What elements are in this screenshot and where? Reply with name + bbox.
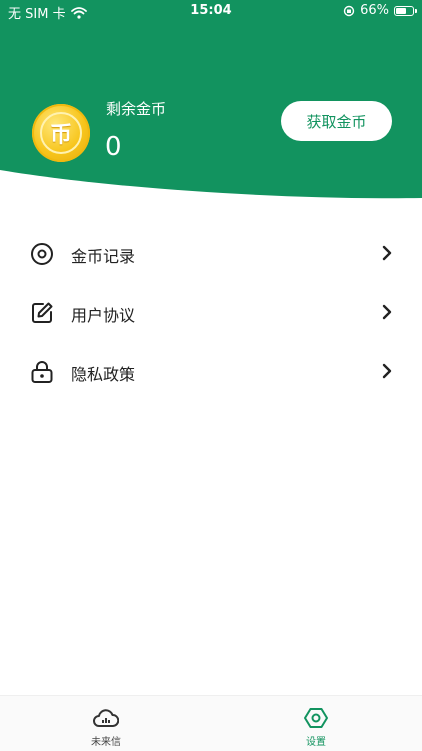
settings-menu: 金币记录 用户协议 隐私政策: [0, 224, 422, 401]
menu-item-privacy-policy[interactable]: 隐私政策: [0, 342, 422, 401]
battery-icon: [394, 5, 417, 16]
status-bar: 无 SIM 卡 15:04 66%: [0, 0, 422, 22]
tab-future-letter[interactable]: 未来信: [76, 706, 136, 748]
menu-item-label: 隐私政策: [71, 365, 136, 384]
orientation-lock-icon: [343, 5, 355, 16]
tab-settings[interactable]: 设置: [286, 706, 346, 748]
cloud-chart-icon: [93, 709, 119, 727]
coin-balance-label: 剩余金币: [106, 100, 167, 118]
target-circle-icon: [31, 243, 53, 265]
tab-label: 设置: [306, 737, 326, 748]
settings-hexagon-icon: [304, 708, 328, 728]
tab-bar: 未来信 设置: [0, 695, 422, 751]
chevron-right-icon: [382, 363, 392, 379]
menu-item-coin-records[interactable]: 金币记录: [0, 224, 422, 283]
status-right: 66%: [343, 3, 417, 18]
lock-icon: [31, 361, 53, 383]
chevron-right-icon: [382, 245, 392, 261]
coin-glyph: 币: [40, 112, 82, 154]
chevron-right-icon: [382, 304, 392, 320]
menu-item-user-agreement[interactable]: 用户协议: [0, 283, 422, 342]
battery-percent: 66%: [360, 3, 389, 18]
menu-item-label: 金币记录: [71, 247, 136, 266]
battery-fill: [396, 7, 406, 14]
coin-icon: 币: [32, 104, 90, 162]
edit-icon: [32, 302, 53, 323]
tab-label: 未来信: [91, 737, 121, 748]
menu-item-label: 用户协议: [71, 306, 136, 325]
coin-balance-value: 0: [105, 132, 122, 162]
get-coins-button[interactable]: 获取金币: [281, 101, 392, 141]
